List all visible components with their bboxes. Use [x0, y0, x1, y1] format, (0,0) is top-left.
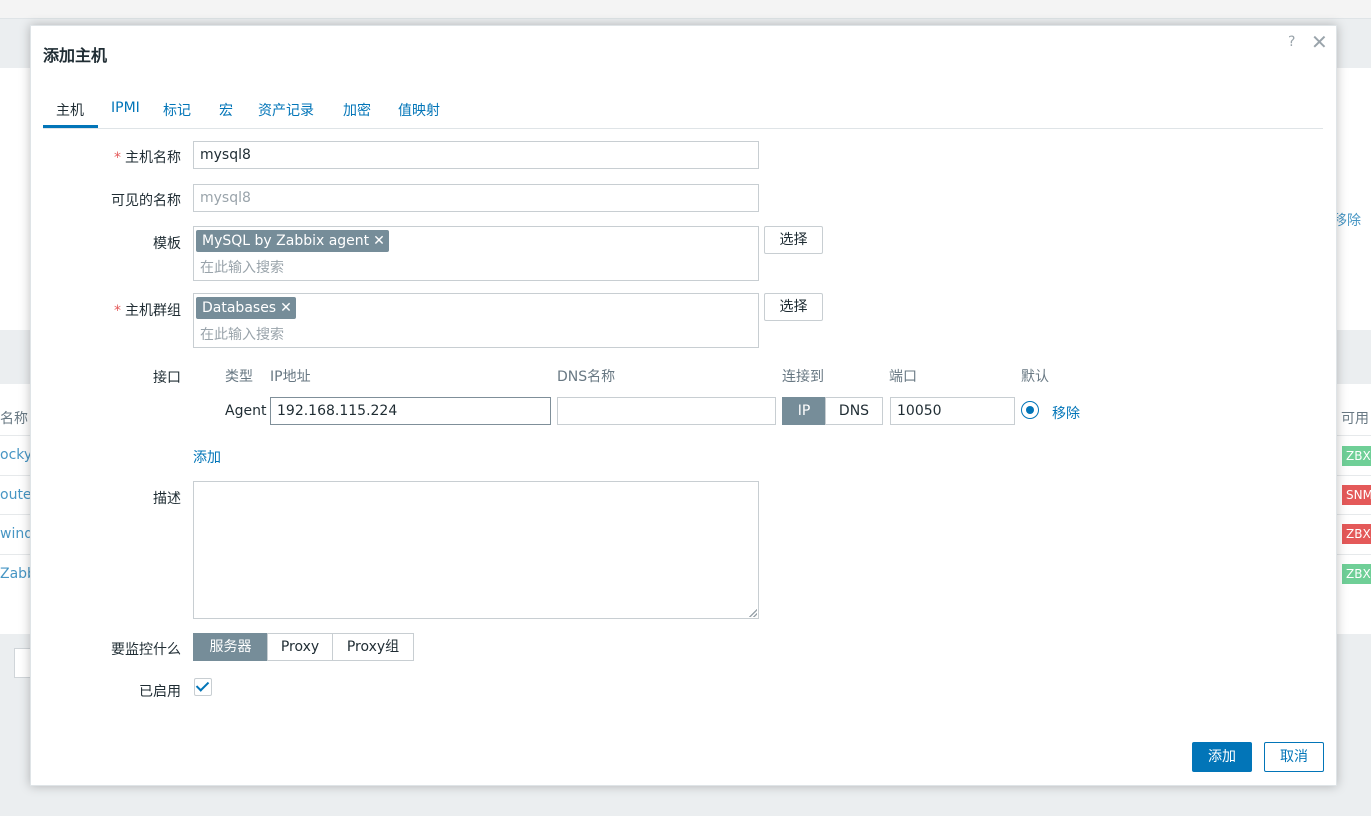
tab-encryption[interactable]: 加密 — [343, 100, 371, 120]
monitored-by-proxy-group-toggle[interactable]: Proxy组 — [332, 633, 414, 661]
tab-macros[interactable]: 宏 — [219, 100, 233, 120]
description-label: 描述 — [153, 491, 181, 507]
background-top-bar — [0, 0, 1371, 19]
dialog-title: 添加主机 — [43, 46, 108, 65]
interface-port-input[interactable]: 10050 — [890, 397, 1015, 425]
connect-to-dns-toggle[interactable]: DNS — [825, 397, 883, 425]
add-button[interactable]: 添加 — [1192, 742, 1252, 772]
host-groups-search-input[interactable]: 在此输入搜索 — [200, 324, 284, 344]
monitored-by-server-toggle[interactable]: 服务器 — [193, 633, 268, 661]
remove-chip-icon[interactable]: ✕ — [280, 300, 292, 316]
templates-multiselect[interactable]: MySQL by Zabbix agent ✕ 在此输入搜索 — [193, 226, 759, 281]
tab-value-mapping[interactable]: 值映射 — [398, 100, 440, 120]
background-remove-link[interactable]: 移除 — [1333, 210, 1361, 230]
status-badge: ZBX — [1342, 524, 1371, 544]
host-groups-select-button[interactable]: 选择 — [764, 293, 823, 321]
host-name-label: * 主机名称 — [114, 150, 181, 166]
interface-dns-input[interactable] — [557, 397, 776, 425]
templates-search-input[interactable]: 在此输入搜索 — [200, 257, 284, 277]
interfaces-label: 接口 — [153, 370, 181, 386]
monitored-by-label: 要监控什么 — [111, 642, 181, 658]
interface-ip-input[interactable]: 192.168.115.224 — [270, 397, 551, 425]
interface-default-header: 默认 — [1021, 369, 1049, 385]
active-tab-indicator — [43, 125, 98, 128]
interface-type-agent: Agent — [225, 403, 267, 419]
tab-ipmi[interactable]: IPMI — [111, 100, 140, 116]
add-host-dialog: 添加主机 ? ✕ 主机 IPMI 标记 宏 资产记录 加密 值映射 * 主机名称 … — [30, 25, 1337, 786]
description-textarea[interactable] — [193, 481, 759, 619]
host-groups-multiselect[interactable]: Databases ✕ 在此输入搜索 — [193, 293, 759, 348]
background-column-name[interactable]: 名称 — [0, 408, 28, 428]
monitored-by-proxy-toggle[interactable]: Proxy — [267, 633, 333, 661]
status-badge: ZBX — [1342, 564, 1371, 584]
tab-tags[interactable]: 标记 — [163, 100, 191, 120]
close-icon[interactable]: ✕ — [1311, 30, 1328, 54]
cancel-button[interactable]: 取消 — [1264, 742, 1324, 772]
default-interface-radio[interactable] — [1021, 401, 1039, 419]
status-badge: SNM — [1342, 485, 1371, 505]
tab-inventory[interactable]: 资产记录 — [258, 100, 314, 120]
templates-label: 模板 — [153, 236, 181, 252]
status-badge: ZBX — [1342, 446, 1371, 466]
add-interface-link[interactable]: 添加 — [193, 447, 221, 467]
enabled-checkbox[interactable] — [194, 678, 212, 696]
enabled-label: 已启用 — [139, 684, 181, 700]
remove-interface-link[interactable]: 移除 — [1052, 403, 1080, 423]
background-row-name[interactable]: ocky — [0, 447, 32, 463]
remove-chip-icon[interactable]: ✕ — [373, 233, 385, 249]
interface-connect-header: 连接到 — [782, 369, 824, 385]
background-column-available: 可用 — [1341, 411, 1369, 427]
visible-name-input[interactable]: mysql8 — [193, 184, 759, 212]
connect-to-ip-toggle[interactable]: IP — [782, 397, 826, 425]
checkmark-icon — [195, 678, 210, 692]
visible-name-label: 可见的名称 — [111, 193, 181, 209]
host-group-chip: Databases ✕ — [196, 297, 296, 319]
templates-select-button[interactable]: 选择 — [764, 226, 823, 254]
interface-type-header: 类型 — [225, 369, 253, 385]
template-chip: MySQL by Zabbix agent ✕ — [196, 230, 389, 252]
interface-port-header: 端口 — [889, 369, 917, 385]
host-name-input[interactable]: mysql8 — [193, 141, 759, 169]
tab-host[interactable]: 主机 — [56, 100, 84, 120]
required-mark: * — [114, 150, 121, 166]
resize-handle-icon[interactable] — [749, 609, 757, 617]
required-mark: * — [114, 303, 121, 319]
host-groups-label: * 主机群组 — [114, 303, 181, 319]
interface-dns-header: DNS名称 — [557, 369, 616, 385]
help-icon[interactable]: ? — [1288, 34, 1295, 50]
tab-bar: 主机 IPMI 标记 宏 资产记录 加密 值映射 — [43, 96, 1323, 129]
interface-ip-header: IP地址 — [270, 369, 311, 385]
